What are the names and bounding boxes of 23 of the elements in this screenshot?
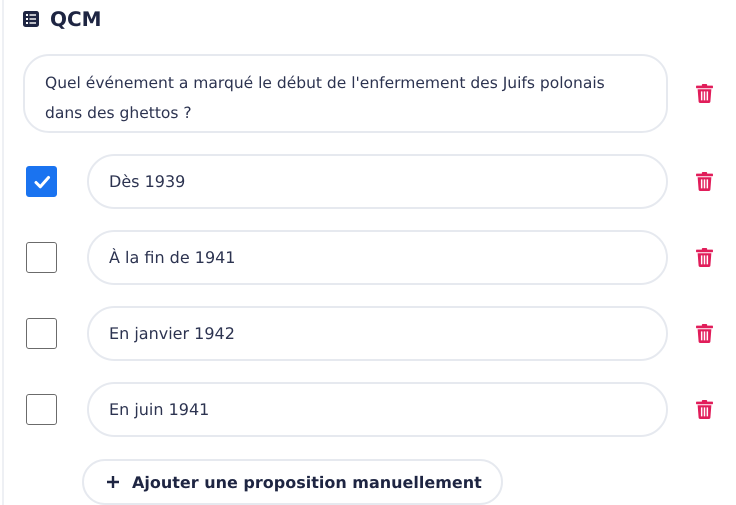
answer-field[interactable]: En juin 1941 [87,382,668,437]
checkbox[interactable] [26,166,57,197]
answer-field[interactable]: À la fin de 1941 [87,230,668,285]
delete-button[interactable] [694,322,714,344]
trash-icon [696,248,712,267]
trash-icon [696,324,712,343]
add-option-button[interactable]: Ajouter une proposition manuellement [82,459,503,505]
answer-field[interactable]: En janvier 1942 [87,306,668,361]
delete-button[interactable] [694,246,714,268]
trash-icon [696,84,712,103]
trash-icon [696,172,712,191]
checkbox[interactable] [26,318,57,349]
plus-icon [106,475,120,489]
section-title: QCM [50,7,102,31]
checkbox[interactable] [26,242,57,273]
list-icon [23,11,39,27]
delete-button[interactable] [694,82,714,104]
trash-icon [696,400,712,419]
delete-button[interactable] [694,170,714,192]
question-field[interactable]: Quel événement a marqué le début de l'enfermement des Juifs polonais dans des ghettos ? [23,54,668,133]
delete-button[interactable] [694,398,714,420]
checkbox[interactable] [26,394,57,425]
answer-field[interactable]: Dès 1939 [87,154,668,209]
